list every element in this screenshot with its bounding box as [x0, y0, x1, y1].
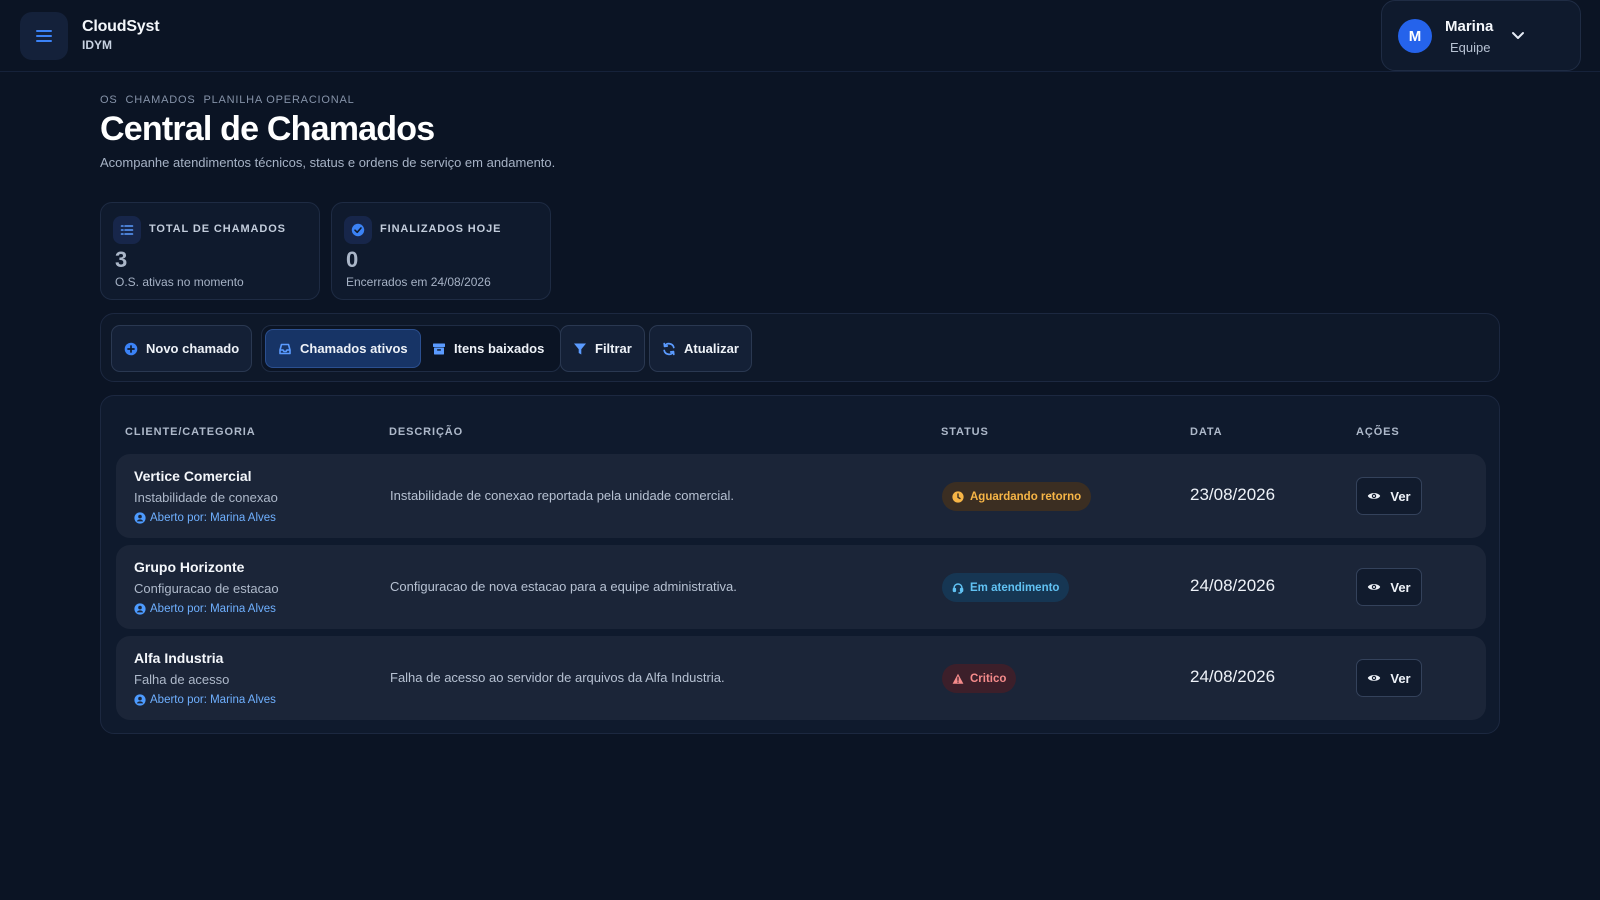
- opened-by-label: Aberto por: Marina Alves: [150, 694, 276, 706]
- column-header-actions: AÇÕES: [1356, 426, 1400, 438]
- breadcrumb-item[interactable]: OS: [100, 94, 118, 106]
- new-ticket-button[interactable]: Novo chamado: [111, 325, 253, 372]
- stat-label: FINALIZADOS HOJE: [380, 223, 502, 235]
- user-name: Marina: [1445, 18, 1494, 35]
- inbox-icon: [279, 343, 291, 354]
- opened-by: Aberto por: Marina Alves: [134, 694, 276, 706]
- check-circle-icon: [344, 216, 372, 244]
- stat-note: Encerrados em 24/08/2026: [346, 275, 491, 289]
- ticket-description: Falha de acesso ao servidor de arquivos …: [390, 670, 725, 685]
- client-name: Vertice Comercial: [134, 468, 252, 484]
- app-subtitle: IDYM: [82, 38, 112, 52]
- opened-by-label: Aberto por: Marina Alves: [150, 603, 276, 615]
- status-badge: Critico: [942, 664, 1017, 693]
- column-header-description: DESCRIÇÃO: [389, 426, 464, 438]
- filter-icon: [574, 343, 586, 354]
- breadcrumb-item: PLANILHA OPERACIONAL: [203, 94, 355, 106]
- eye-icon: [1368, 675, 1381, 681]
- table-row[interactable]: Grupo Horizonte Configuracao de estacao …: [116, 545, 1486, 629]
- user-circle-icon: [134, 603, 146, 615]
- avatar: M: [1398, 19, 1432, 53]
- ticket-description: Instabilidade de conexao reportada pela …: [390, 488, 735, 503]
- ticket-date: 24/08/2026: [1190, 576, 1276, 595]
- stat-card-finished-today: FINALIZADOS HOJE 0 Encerrados em 24/08/2…: [331, 202, 551, 300]
- view-label: Ver: [1390, 670, 1411, 686]
- new-ticket-label: Novo chamado: [146, 341, 240, 356]
- ticket-category: Configuracao de estacao: [134, 581, 279, 596]
- stat-note: O.S. ativas no momento: [115, 275, 244, 289]
- page-subtitle: Acompanhe atendimentos técnicos, status …: [100, 155, 556, 170]
- opened-by: Aberto por: Marina Alves: [134, 603, 276, 615]
- breadcrumb: OS CHAMADOS PLANILHA OPERACIONAL: [100, 94, 355, 106]
- archive-icon: [433, 343, 445, 354]
- stat-value: 0: [346, 247, 359, 272]
- user-role: Equipe: [1450, 40, 1491, 55]
- headset-icon: [952, 582, 964, 594]
- top-bar: CloudSyst IDYM M Marina Equipe: [0, 0, 1600, 72]
- stat-value: 3: [115, 247, 128, 272]
- view-button[interactable]: Ver: [1356, 659, 1422, 697]
- tab-label: Itens baixados: [454, 341, 545, 356]
- filter-button[interactable]: Filtrar: [560, 325, 645, 372]
- view-button[interactable]: Ver: [1356, 568, 1422, 606]
- user-menu[interactable]: M Marina Equipe: [1381, 0, 1581, 71]
- menu-button[interactable]: [20, 12, 68, 60]
- ticket-category: Falha de acesso: [134, 672, 230, 687]
- column-header-client: CLIENTE/CATEGORIA: [125, 426, 256, 438]
- view-button[interactable]: Ver: [1356, 477, 1422, 515]
- breadcrumb-item[interactable]: CHAMADOS: [126, 94, 196, 106]
- user-circle-icon: [134, 694, 146, 706]
- view-label: Ver: [1390, 488, 1411, 504]
- client-name: Alfa Industria: [134, 650, 224, 666]
- tab-archived-items[interactable]: Itens baixados: [420, 329, 556, 368]
- view-label: Ver: [1390, 579, 1411, 595]
- stat-card-total: TOTAL DE CHAMADOS 3 O.S. ativas no momen…: [100, 202, 320, 300]
- stat-label: TOTAL DE CHAMADOS: [149, 223, 286, 235]
- clock-icon: [952, 490, 964, 503]
- chevron-down-icon: [1512, 32, 1524, 39]
- ticket-category: Instabilidade de conexao: [134, 490, 278, 505]
- ticket-date: 24/08/2026: [1190, 667, 1276, 686]
- client-name: Grupo Horizonte: [134, 559, 245, 575]
- refresh-icon: [663, 342, 675, 355]
- status-label: Critico: [970, 672, 1007, 685]
- refresh-button[interactable]: Atualizar: [649, 325, 752, 372]
- hamburger-icon: [36, 30, 52, 42]
- page-title: Central de Chamados: [100, 110, 435, 148]
- ticket-date: 23/08/2026: [1190, 485, 1276, 504]
- brand: CloudSyst IDYM: [82, 18, 160, 52]
- opened-by-label: Aberto por: Marina Alves: [150, 512, 276, 524]
- column-header-status: STATUS: [941, 426, 989, 438]
- column-header-date: DATA: [1190, 426, 1223, 438]
- tickets-table: CLIENTE/CATEGORIA DESCRIÇÃO STATUS DATA …: [100, 395, 1500, 734]
- app-name: CloudSyst: [82, 18, 160, 35]
- filter-label: Filtrar: [595, 341, 632, 356]
- eye-icon: [1368, 584, 1381, 590]
- tab-active-tickets[interactable]: Chamados ativos: [265, 329, 421, 368]
- status-label: Em atendimento: [970, 581, 1060, 594]
- status-badge: Em atendimento: [942, 573, 1070, 602]
- opened-by: Aberto por: Marina Alves: [134, 512, 276, 524]
- status-label: Aguardando retorno: [970, 490, 1082, 503]
- tab-label: Chamados ativos: [300, 341, 408, 356]
- view-tabs: Chamados ativos Itens baixados: [261, 325, 561, 372]
- plus-circle-icon: [124, 342, 138, 355]
- toolbar: Novo chamado Chamados ativos Itens baixa…: [100, 313, 1500, 382]
- list-icon: [113, 216, 141, 244]
- ticket-description: Configuracao de nova estacao para a equi…: [390, 579, 737, 594]
- refresh-label: Atualizar: [684, 341, 739, 356]
- table-row[interactable]: Alfa Industria Falha de acesso Aberto po…: [116, 636, 1486, 720]
- table-row[interactable]: Vertice Comercial Instabilidade de conex…: [116, 454, 1486, 538]
- warning-triangle-icon: [952, 673, 964, 684]
- user-circle-icon: [134, 512, 146, 524]
- status-badge: Aguardando retorno: [942, 482, 1092, 511]
- eye-icon: [1368, 493, 1381, 499]
